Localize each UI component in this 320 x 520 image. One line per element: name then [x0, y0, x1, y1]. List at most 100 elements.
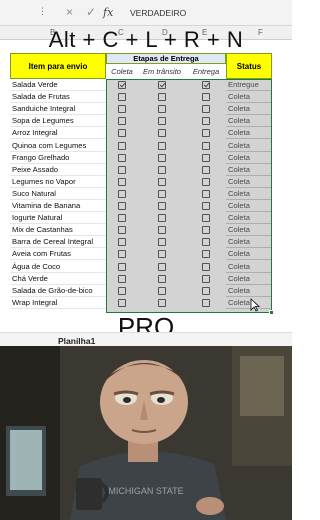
stage-checkbox[interactable] — [202, 262, 210, 271]
status-cell[interactable]: Coleta — [226, 261, 272, 273]
stage-checkbox[interactable] — [202, 202, 210, 211]
status-cell[interactable]: Coleta — [226, 248, 272, 261]
item-cell[interactable]: Vitamina de Banana — [10, 200, 106, 213]
item-cell[interactable]: Salada de Frutas — [10, 91, 106, 104]
stage-checkbox[interactable] — [158, 286, 166, 295]
stage-checkbox[interactable] — [118, 214, 126, 223]
status-cell[interactable]: Coleta — [226, 285, 272, 297]
subheader-entrega[interactable]: Entrega — [186, 64, 226, 79]
item-cell[interactable]: Suco Natural — [10, 188, 106, 200]
status-cell[interactable]: Coleta — [226, 91, 272, 104]
stage-checkbox[interactable] — [202, 153, 210, 162]
stage-checkbox[interactable] — [202, 141, 210, 150]
stage-checkbox[interactable] — [118, 286, 126, 295]
stage-checkbox[interactable] — [158, 177, 166, 186]
stage-checkbox[interactable] — [202, 177, 210, 186]
status-cell[interactable]: Coleta — [226, 115, 272, 128]
subheader-coleta[interactable]: Coleta — [106, 64, 138, 79]
stage-checkbox[interactable] — [202, 226, 210, 235]
stage-checkbox[interactable] — [118, 298, 126, 307]
stage-checkbox[interactable] — [118, 250, 126, 259]
stage-checkbox[interactable] — [202, 250, 210, 259]
status-cell[interactable]: Coleta — [226, 200, 272, 213]
header-status[interactable]: Status — [226, 53, 272, 79]
item-cell[interactable]: Legumes no Vapor — [10, 176, 106, 188]
item-cell[interactable]: Iogurte Natural — [10, 212, 106, 225]
stage-checkbox[interactable] — [202, 117, 210, 126]
stage-checkbox[interactable] — [158, 81, 166, 90]
status-cell[interactable]: Coleta — [226, 164, 272, 176]
status-cell[interactable]: Entregue — [226, 79, 272, 92]
stage-checkbox[interactable] — [118, 153, 126, 162]
item-cell[interactable]: Mix de Castanhas — [10, 224, 106, 237]
item-cell[interactable]: Frango Grelhado — [10, 152, 106, 164]
formula-input[interactable]: VERDADEIRO — [130, 8, 186, 18]
status-cell[interactable]: Coleta — [226, 224, 272, 237]
item-cell[interactable]: Salada Verde — [10, 79, 106, 92]
status-cell[interactable]: Coleta — [226, 140, 272, 152]
stage-checkbox[interactable] — [118, 238, 126, 247]
stage-checkbox[interactable] — [202, 129, 210, 138]
sheet-tab-planilha1[interactable]: Planilha1 — [58, 336, 95, 346]
status-cell[interactable]: Coleta — [226, 297, 272, 309]
function-icon[interactable]: fx — [103, 6, 113, 19]
stage-checkbox[interactable] — [202, 93, 210, 102]
item-cell[interactable]: Sanduiche Integral — [10, 103, 106, 116]
stage-checkbox[interactable] — [202, 298, 210, 307]
item-cell[interactable]: Arroz Integral — [10, 127, 106, 140]
stage-checkbox[interactable] — [158, 153, 166, 162]
status-cell[interactable]: Coleta — [226, 273, 272, 285]
subheader-em-transito[interactable]: Em trânsito — [138, 64, 186, 79]
stage-checkbox[interactable] — [202, 189, 210, 198]
header-delivery-stages[interactable]: Etapas de Entrega — [106, 53, 226, 64]
stage-checkbox[interactable] — [158, 165, 166, 174]
stage-checkbox[interactable] — [158, 202, 166, 211]
item-cell[interactable]: Barra de Cereal Integral — [10, 236, 106, 249]
stage-checkbox[interactable] — [118, 93, 126, 102]
stage-checkbox[interactable] — [118, 262, 126, 271]
stage-checkbox[interactable] — [118, 226, 126, 235]
stage-checkbox[interactable] — [118, 117, 126, 126]
header-item[interactable]: Item para envio — [10, 53, 106, 79]
stage-checkbox[interactable] — [202, 286, 210, 295]
stage-checkbox[interactable] — [158, 250, 166, 259]
item-cell[interactable]: Peixe Assado — [10, 164, 106, 176]
status-cell[interactable]: Coleta — [226, 176, 272, 188]
item-cell[interactable]: Wrap Integral — [10, 297, 106, 309]
stage-checkbox[interactable] — [158, 117, 166, 126]
stage-checkbox[interactable] — [202, 105, 210, 114]
stage-checkbox[interactable] — [158, 93, 166, 102]
stage-checkbox[interactable] — [158, 238, 166, 247]
status-cell[interactable]: Coleta — [226, 103, 272, 116]
chevron-down-icon[interactable]: ⋮ — [38, 6, 47, 17]
stage-checkbox[interactable] — [158, 141, 166, 150]
status-cell[interactable]: Coleta — [226, 212, 272, 225]
stage-checkbox[interactable] — [118, 129, 126, 138]
item-cell[interactable]: Salada de Grão-de-bico — [10, 285, 106, 297]
stage-checkbox[interactable] — [118, 202, 126, 211]
stage-checkbox[interactable] — [118, 189, 126, 198]
stage-checkbox[interactable] — [158, 274, 166, 283]
item-cell[interactable]: Aveia com Frutas — [10, 248, 106, 261]
stage-checkbox[interactable] — [118, 81, 126, 90]
stage-checkbox[interactable] — [118, 274, 126, 283]
stage-checkbox[interactable] — [158, 298, 166, 307]
status-cell[interactable]: Coleta — [226, 152, 272, 164]
stage-checkbox[interactable] — [158, 105, 166, 114]
stage-checkbox[interactable] — [202, 81, 210, 90]
stage-checkbox[interactable] — [158, 189, 166, 198]
stage-checkbox[interactable] — [158, 226, 166, 235]
stage-checkbox[interactable] — [118, 105, 126, 114]
item-cell[interactable]: Sopa de Legumes — [10, 115, 106, 128]
stage-checkbox[interactable] — [118, 165, 126, 174]
status-cell[interactable]: Coleta — [226, 188, 272, 200]
cancel-icon[interactable]: × — [66, 5, 73, 19]
stage-checkbox[interactable] — [202, 165, 210, 174]
stage-checkbox[interactable] — [202, 214, 210, 223]
stage-checkbox[interactable] — [202, 238, 210, 247]
status-cell[interactable]: Coleta — [226, 236, 272, 249]
stage-checkbox[interactable] — [158, 262, 166, 271]
stage-checkbox[interactable] — [158, 129, 166, 138]
confirm-icon[interactable]: ✓ — [86, 5, 96, 19]
item-cell[interactable]: Água de Coco — [10, 261, 106, 273]
